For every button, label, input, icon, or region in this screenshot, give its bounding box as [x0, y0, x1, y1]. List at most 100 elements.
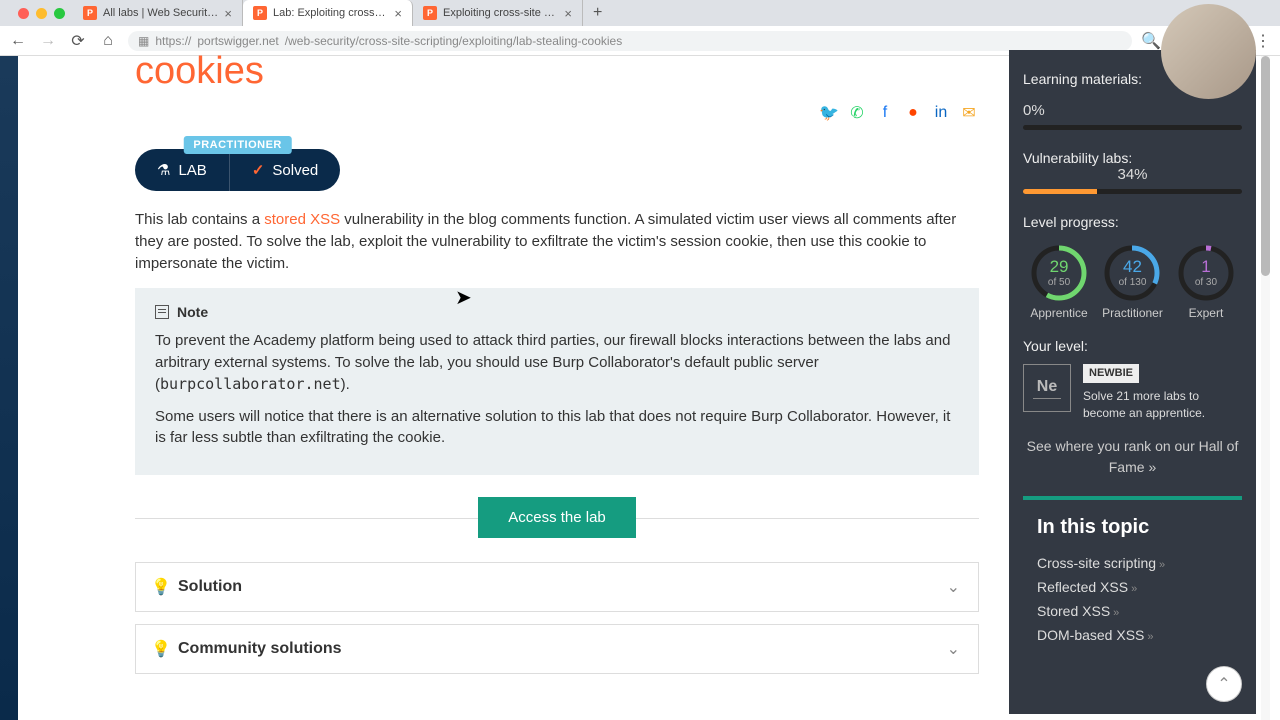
linkedin-icon[interactable]: in — [931, 103, 951, 123]
menu-icon[interactable]: ⋮ — [1254, 32, 1272, 50]
whatsapp-icon[interactable]: ✆ — [847, 103, 867, 123]
scrollbar[interactable] — [1261, 56, 1270, 720]
check-icon: ✓ — [252, 161, 265, 179]
bulb-icon: 💡 — [154, 580, 168, 594]
dial-num: 42 — [1119, 258, 1147, 277]
tab-close-icon[interactable]: × — [394, 6, 402, 21]
topic-title: In this topic — [1037, 516, 1228, 539]
accordion-label: Solution — [178, 578, 242, 596]
topic-link-3[interactable]: DOM-based XSS» — [1037, 623, 1228, 647]
browser-tab-2[interactable]: P Exploiting cross-site scripting × — [413, 0, 583, 26]
note-p1-post: ). — [341, 376, 350, 393]
your-level-label: Your level: — [1023, 338, 1242, 354]
facebook-icon[interactable]: f — [875, 103, 895, 123]
lock-icon: ▦ — [138, 34, 149, 48]
tab-close-icon[interactable]: × — [564, 6, 572, 21]
topic-text: Stored XSS — [1037, 603, 1110, 619]
level-dials: 29of 50 Apprentice 42of 130 Practitioner… — [1023, 244, 1242, 320]
dial-num: 1 — [1195, 258, 1217, 277]
hall-of-fame-link[interactable]: See where you rank on our Hall of Fame » — [1023, 436, 1242, 478]
learning-progress — [1023, 125, 1242, 130]
topic-text: DOM-based XSS — [1037, 627, 1144, 643]
tab-favicon: P — [83, 6, 97, 20]
flask-icon: ⚗ — [157, 161, 170, 179]
solved-label: Solved — [272, 162, 318, 179]
nav-home[interactable]: ⌂ — [98, 31, 118, 51]
note-box: Note To prevent the Academy platform bei… — [135, 288, 979, 475]
window-close[interactable] — [18, 8, 29, 19]
scrollbar-thumb[interactable] — [1261, 56, 1270, 276]
tab-close-icon[interactable]: × — [224, 6, 232, 21]
webcam-overlay — [1161, 4, 1256, 99]
reddit-icon[interactable]: ● — [903, 103, 923, 123]
lab-tab: ⚗ LAB — [135, 149, 229, 191]
lab-description: This lab contains a stored XSS vulnerabi… — [135, 209, 979, 274]
note-title-row: Note — [155, 304, 959, 320]
note-code: burpcollaborator.net — [160, 375, 341, 393]
learning-label: Learning materials: — [1023, 71, 1142, 87]
double-chevron-icon: » — [1113, 607, 1119, 619]
newbie-badge: NEWBIE — [1083, 364, 1139, 383]
dial-expert: 1of 30 Expert — [1177, 244, 1235, 320]
level-code: Ne — [1037, 378, 1057, 396]
topic-text: Cross-site scripting — [1037, 555, 1156, 571]
new-tab-button[interactable]: + — [583, 4, 612, 22]
scroll-to-top[interactable]: ⌃ — [1206, 666, 1242, 702]
level-element-box: Ne — [1023, 364, 1071, 412]
dial-label: Expert — [1177, 306, 1235, 320]
lab-status-header: PRACTITIONER ⚗ LAB ✓ Solved — [135, 149, 340, 191]
url-path: /web-security/cross-site-scripting/explo… — [285, 34, 622, 48]
browser-chrome: P All labs | Web Security Acade × P Lab:… — [0, 0, 1280, 50]
page-title: cookies — [135, 50, 979, 93]
email-icon[interactable]: ✉ — [959, 103, 979, 123]
chevron-down-icon: ⌄ — [947, 577, 960, 597]
hall-fame-text: See where you rank on our Hall of Fame — [1027, 438, 1239, 475]
access-lab-button[interactable]: Access the lab — [478, 497, 636, 538]
note-paragraph-2: Some users will notice that there is an … — [155, 406, 959, 450]
nav-back[interactable]: ← — [8, 31, 28, 51]
vuln-pct: 34% — [1023, 166, 1242, 183]
dial-practitioner: 42of 130 Practitioner — [1102, 244, 1163, 320]
tab-title: Lab: Exploiting cross-site scri — [273, 7, 388, 19]
tab-title: All labs | Web Security Acade — [103, 7, 218, 19]
solved-tab: ✓ Solved — [229, 149, 340, 191]
url-domain: portswigger.net — [197, 34, 278, 48]
twitter-icon[interactable]: 🐦 — [819, 103, 839, 123]
share-row: 🐦 ✆ f ● in ✉ — [135, 103, 979, 123]
desc-pre: This lab contains a — [135, 211, 264, 228]
level-desc: Solve 21 more labs to become an apprenti… — [1083, 388, 1242, 422]
access-row: Access the lab — [135, 497, 979, 538]
window-maximize[interactable] — [54, 8, 65, 19]
topic-link-2[interactable]: Stored XSS» — [1037, 599, 1228, 623]
browser-tab-0[interactable]: P All labs | Web Security Acade × — [73, 0, 243, 26]
difficulty-badge: PRACTITIONER — [183, 136, 292, 154]
accordion-label: Community solutions — [178, 640, 342, 658]
url-bar[interactable]: ▦ https://portswigger.net/web-security/c… — [128, 31, 1132, 51]
browser-tab-1[interactable]: P Lab: Exploiting cross-site scri × — [243, 0, 413, 26]
double-chevron-icon: » — [1147, 631, 1153, 643]
sidebar: Learning materials: View all 0% Vulnerab… — [1009, 50, 1256, 714]
nav-forward[interactable]: → — [38, 31, 58, 51]
chevron-down-icon: ⌄ — [947, 639, 960, 659]
note-icon — [155, 305, 169, 319]
community-accordion[interactable]: 💡 Community solutions ⌄ — [135, 624, 979, 674]
nav-reload[interactable]: ⟳ — [68, 31, 88, 51]
stored-xss-link[interactable]: stored XSS — [264, 211, 340, 228]
zoom-icon[interactable]: 🔍 — [1142, 32, 1160, 50]
learning-pct: 0% — [1023, 102, 1242, 119]
solution-accordion[interactable]: 💡 Solution ⌄ — [135, 562, 979, 612]
double-chevron-icon: » — [1159, 559, 1165, 571]
in-this-topic: In this topic Cross-site scripting» Refl… — [1023, 496, 1242, 663]
note-paragraph-1: To prevent the Academy platform being us… — [155, 330, 959, 395]
bulb-icon: 💡 — [154, 642, 168, 656]
window-minimize[interactable] — [36, 8, 47, 19]
page-body: cookies 🐦 ✆ f ● in ✉ PRACTITIONER ⚗ LAB … — [0, 50, 1280, 714]
dial-of: of 50 — [1048, 277, 1070, 288]
topic-link-0[interactable]: Cross-site scripting» — [1037, 551, 1228, 575]
vuln-progress — [1023, 189, 1242, 194]
level-progress-label: Level progress: — [1023, 214, 1242, 230]
vuln-label: Vulnerability labs: — [1023, 150, 1242, 166]
topic-link-1[interactable]: Reflected XSS» — [1037, 575, 1228, 599]
lab-label: LAB — [178, 162, 206, 179]
double-chevron-icon: » — [1131, 583, 1137, 595]
